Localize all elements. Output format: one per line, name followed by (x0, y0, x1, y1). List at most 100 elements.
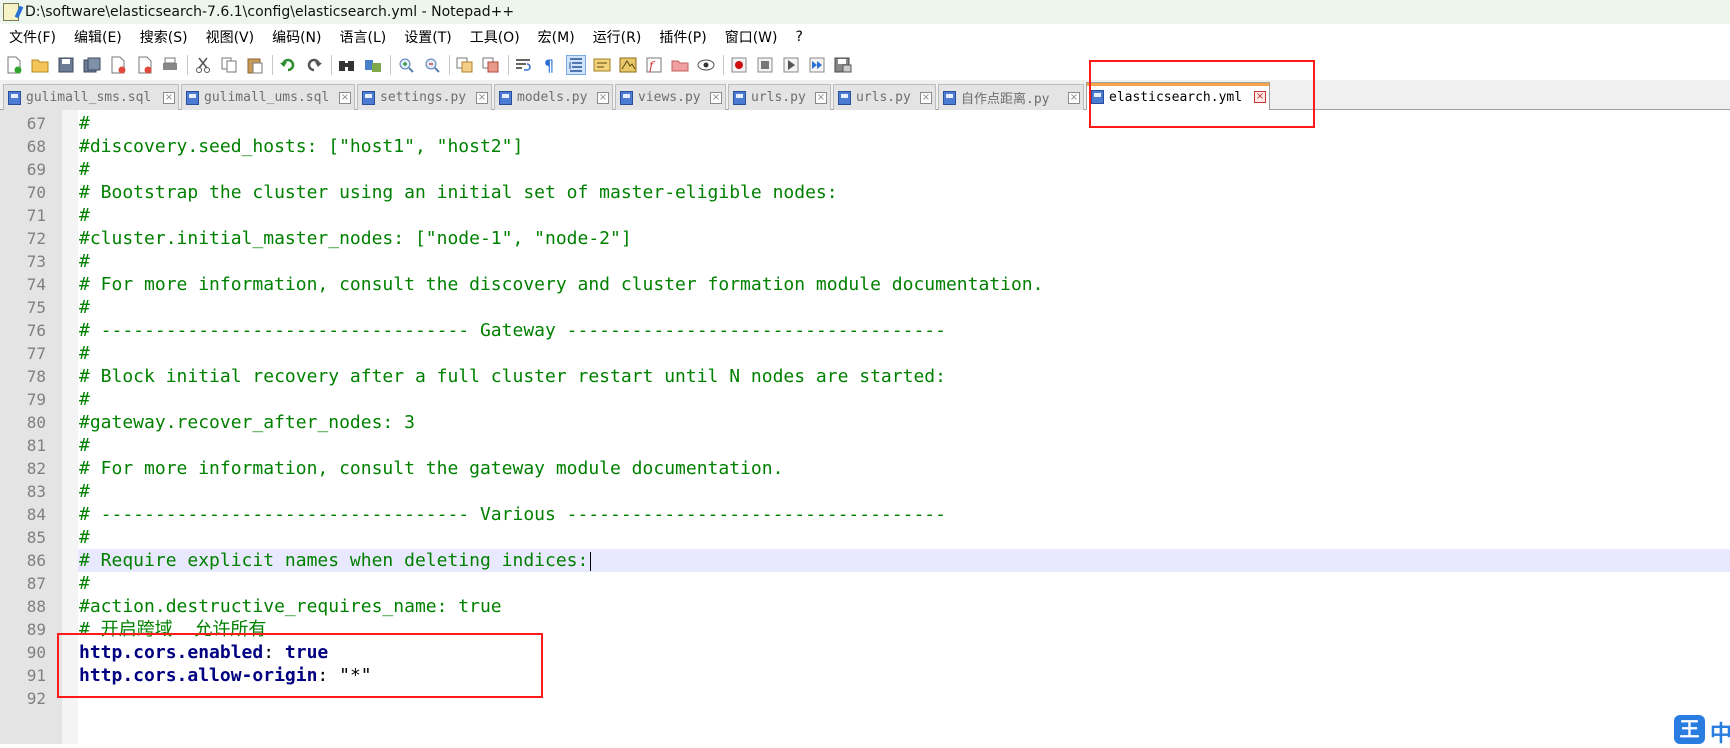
sync-horizontal-icon[interactable] (481, 55, 501, 75)
macro-run-multiple-icon[interactable] (807, 55, 827, 75)
ime-indicator-icon[interactable]: 王 (1674, 715, 1705, 744)
cut-icon[interactable] (193, 55, 213, 75)
line-number: 75 (26, 298, 46, 317)
svg-text:¶: ¶ (544, 57, 554, 73)
tab[interactable]: urls.py × (833, 84, 936, 110)
tab[interactable]: urls.py × (728, 84, 831, 110)
new-file-icon[interactable] (4, 55, 24, 75)
macro-stop-icon[interactable] (755, 55, 775, 75)
document-map-icon[interactable] (618, 55, 638, 75)
redo-icon[interactable] (304, 55, 324, 75)
save-all-icon[interactable] (82, 55, 102, 75)
close-tab-icon[interactable]: × (710, 91, 722, 104)
user-defined-language-icon[interactable] (592, 55, 612, 75)
code-line[interactable]: # (79, 526, 90, 549)
replace-icon[interactable] (363, 55, 383, 75)
code-line[interactable]: # ---------------------------------- Var… (79, 503, 946, 526)
macro-save-icon[interactable] (833, 55, 853, 75)
close-file-icon[interactable] (108, 55, 128, 75)
close-tab-icon[interactable]: × (1068, 91, 1080, 104)
copy-icon[interactable] (219, 55, 239, 75)
close-all-icon[interactable] (134, 55, 154, 75)
indent-guide-icon[interactable] (566, 55, 586, 75)
zoom-out-icon[interactable] (422, 55, 442, 75)
print-icon[interactable] (160, 55, 180, 75)
code-line[interactable]: # Require explicit names when deleting i… (79, 549, 592, 572)
tab[interactable]: gulimall_ums.sql × (181, 84, 355, 110)
menu-item[interactable]: 搜索(S) (131, 27, 197, 47)
close-tab-icon[interactable]: × (815, 91, 827, 104)
find-icon[interactable] (337, 55, 357, 75)
close-tab-icon[interactable]: × (339, 91, 351, 104)
code-line[interactable]: # (79, 112, 90, 135)
menu-item[interactable]: 文件(F) (0, 27, 65, 47)
close-tab-icon[interactable]: × (476, 91, 488, 104)
line-number: 88 (26, 597, 46, 616)
code-line[interactable]: #discovery.seed_hosts: ["host1", "host2"… (79, 135, 523, 158)
code-line[interactable]: # (79, 250, 90, 273)
tab-label: urls.py (856, 90, 911, 105)
menu-item[interactable]: 插件(P) (650, 27, 715, 47)
close-tab-icon[interactable]: × (920, 91, 932, 104)
word-wrap-icon[interactable] (514, 55, 534, 75)
code-line-text: # (79, 389, 90, 410)
function-list-icon[interactable]: f (644, 55, 664, 75)
save-icon[interactable] (56, 55, 76, 75)
close-tab-icon[interactable]: × (597, 91, 609, 104)
code-line[interactable]: # Block initial recovery after a full cl… (79, 365, 946, 388)
line-number: 83 (26, 482, 46, 501)
show-all-characters-icon[interactable]: ¶ (540, 55, 560, 75)
toolbar-separator (390, 55, 391, 75)
code-line-text: # (79, 251, 90, 272)
code-line[interactable]: #gateway.recover_after_nodes: 3 (79, 411, 415, 434)
code-line[interactable]: # (79, 480, 90, 503)
tab[interactable]: 自作点距离.py × (938, 84, 1084, 110)
menu-item[interactable]: 设置(T) (395, 27, 460, 47)
menu-item[interactable]: 语言(L) (331, 27, 396, 47)
macro-record-icon[interactable] (729, 55, 749, 75)
menu-item[interactable]: 窗口(W) (716, 27, 787, 47)
sync-vertical-icon[interactable] (455, 55, 475, 75)
line-number: 71 (26, 206, 46, 225)
tab[interactable]: gulimall_sms.sql × (3, 84, 179, 110)
line-number: 70 (26, 183, 46, 202)
code-line[interactable]: # (79, 204, 90, 227)
tab[interactable]: views.py × (615, 84, 726, 110)
code-line[interactable]: # ---------------------------------- Gat… (79, 319, 946, 342)
code-line[interactable]: # (79, 158, 90, 181)
tab[interactable]: settings.py × (357, 84, 492, 110)
menu-item[interactable]: 视图(V) (197, 27, 264, 47)
code-line[interactable]: # (79, 342, 90, 365)
menu-item[interactable]: 工具(O) (461, 27, 529, 47)
menu-item[interactable]: 宏(M) (529, 27, 584, 47)
menu-item[interactable]: 运行(R) (584, 27, 651, 47)
ime-mode-label[interactable]: 中 (1710, 716, 1730, 748)
menu-item[interactable]: ? (787, 29, 812, 45)
undo-icon[interactable] (278, 55, 298, 75)
zoom-in-icon[interactable] (396, 55, 416, 75)
line-number: 76 (26, 321, 46, 340)
tab[interactable]: models.py × (494, 84, 613, 110)
menu-item[interactable]: 编码(N) (263, 27, 330, 47)
tab-label: 自作点距离.py (961, 92, 1050, 107)
code-line-text: # ---------------------------------- Var… (79, 504, 946, 525)
menu-item[interactable]: 编辑(E) (65, 27, 131, 47)
code-line[interactable]: # (79, 388, 90, 411)
code-line[interactable]: # (79, 572, 90, 595)
monitoring-eye-icon[interactable] (696, 55, 716, 75)
code-line[interactable]: #action.destructive_requires_name: true (79, 595, 502, 618)
code-line[interactable]: #cluster.initial_master_nodes: ["node-1"… (79, 227, 632, 250)
open-folder-icon[interactable] (30, 55, 50, 75)
code-line[interactable]: # Bootstrap the cluster using an initial… (79, 181, 838, 204)
line-number-gutter: 67 68 69 70 71 72 73 74 75 76 77 78 79 80 81 82 83 84 85 86… (0, 110, 62, 744)
code-line-text: # (79, 573, 90, 594)
macro-play-icon[interactable] (781, 55, 801, 75)
code-line[interactable]: # For more information, consult the disc… (79, 273, 1044, 296)
close-tab-icon[interactable]: × (163, 91, 175, 104)
folder-as-workspace-icon[interactable] (670, 55, 690, 75)
code-line[interactable]: # (79, 296, 90, 319)
line-number: 92 (26, 689, 46, 708)
paste-icon[interactable] (245, 55, 265, 75)
code-line[interactable]: # For more information, consult the gate… (79, 457, 783, 480)
code-line[interactable]: # (79, 434, 90, 457)
